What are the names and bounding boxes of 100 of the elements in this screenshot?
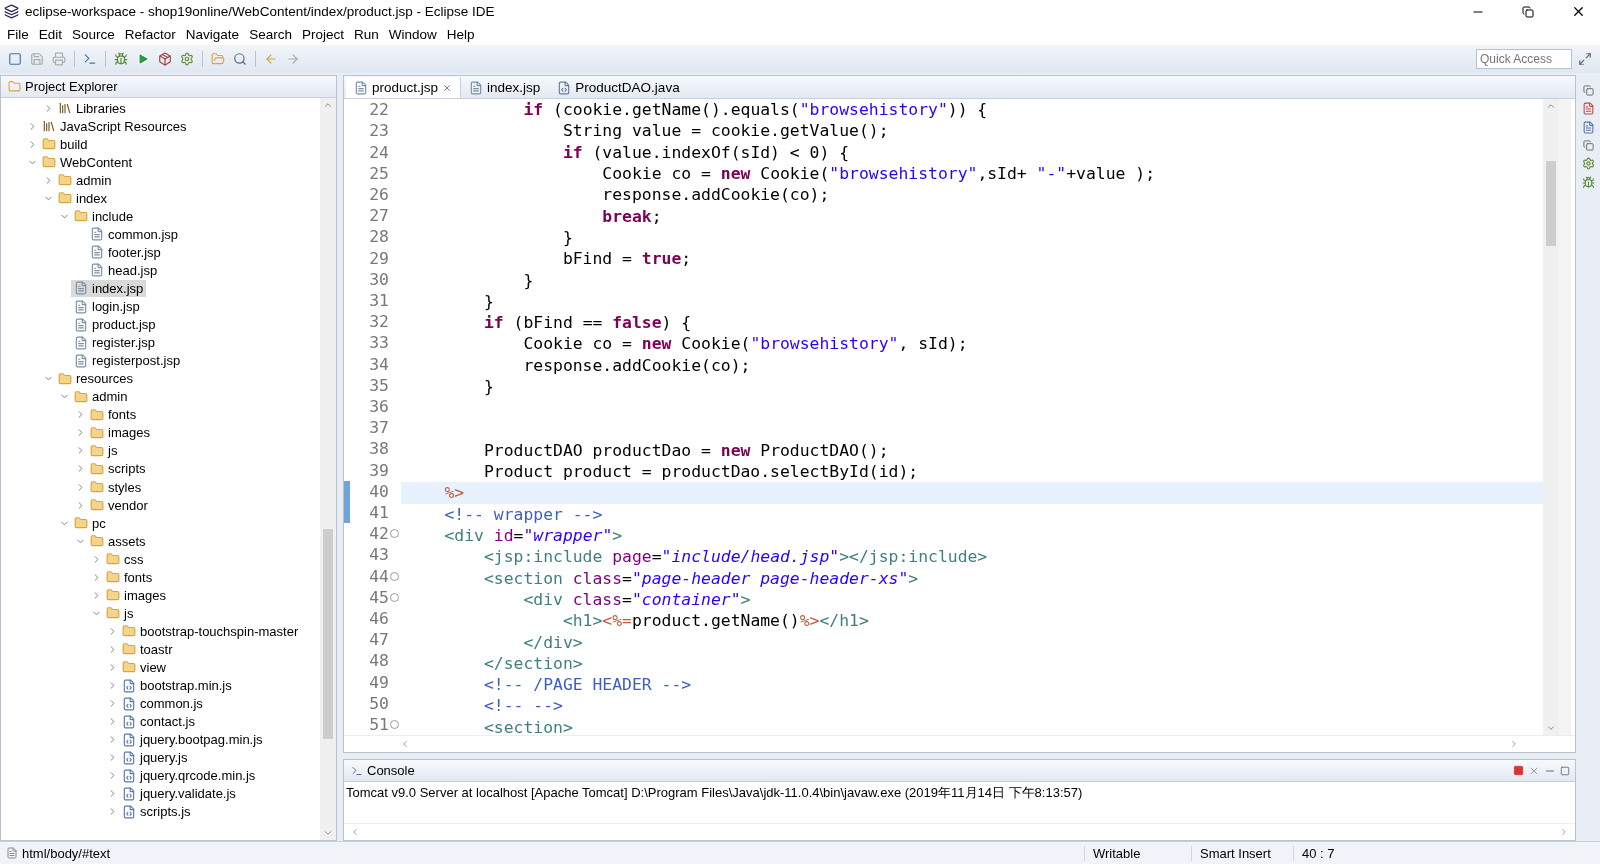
bug-icon[interactable]	[1581, 176, 1595, 189]
package-icon[interactable]	[156, 50, 174, 68]
tree-item[interactable]: fonts	[103, 568, 156, 586]
menu-item[interactable]: Window	[383, 24, 442, 44]
line-number: 50	[369, 693, 389, 713]
tree-item[interactable]: assets	[87, 532, 149, 550]
folder-icon	[106, 606, 120, 621]
tree-item[interactable]: jquery.qrcode.min.js	[119, 767, 259, 785]
file-icon[interactable]	[1581, 102, 1595, 115]
tree-item[interactable]: contact.js	[119, 713, 198, 731]
tree-item[interactable]: admin	[71, 388, 131, 406]
tree-item[interactable]: WebContent	[39, 153, 136, 171]
file-icon	[90, 263, 104, 278]
line-number: 35	[369, 375, 389, 395]
settings-icon[interactable]	[178, 50, 196, 68]
tree-item[interactable]: build	[39, 135, 91, 153]
line-number: 27	[369, 206, 389, 226]
folder-icon	[122, 642, 136, 657]
menu-item[interactable]: Project	[296, 24, 349, 44]
tree-item[interactable]: css	[103, 550, 147, 568]
folder-icon	[106, 552, 120, 567]
tree-item[interactable]: styles	[87, 478, 145, 496]
tree-item[interactable]: bootstrap-touchspin-master	[119, 622, 302, 640]
tree-item[interactable]: include	[71, 207, 137, 225]
scroll-down-icon[interactable]	[1546, 723, 1556, 733]
tree-item[interactable]: view	[119, 658, 169, 676]
tree-item[interactable]: login.jsp	[71, 298, 143, 316]
folder-icon	[58, 173, 72, 188]
scrollbar-thumb[interactable]	[1546, 161, 1556, 246]
file-icon	[90, 245, 104, 260]
scroll-left-icon[interactable]	[400, 739, 410, 749]
printer-icon[interactable]	[50, 50, 68, 68]
scrollbar[interactable]	[320, 98, 336, 840]
menu-item[interactable]: Search	[244, 24, 297, 44]
restore-icon[interactable]	[1522, 5, 1534, 18]
tree-item[interactable]: head.jsp	[87, 261, 161, 279]
scrollbar-thumb[interactable]	[323, 529, 333, 739]
code-line: <div id="wrapper">	[444, 526, 623, 546]
scroll-right-icon[interactable]	[1509, 739, 1519, 749]
tree-item[interactable]: fonts	[87, 406, 140, 424]
tree-item[interactable]: jquery.validate.js	[119, 785, 239, 803]
tree-item[interactable]: images	[87, 424, 153, 442]
search-icon[interactable]	[231, 50, 249, 68]
tree-item[interactable]: resources	[55, 370, 137, 388]
code-line: break;	[602, 206, 662, 226]
tree-item[interactable]: register.jsp	[71, 334, 158, 352]
maximize-icon[interactable]	[1560, 765, 1570, 776]
tree-item[interactable]: toastr	[119, 640, 176, 658]
tree-item[interactable]: scripts.js	[119, 803, 194, 821]
folder-icon	[90, 534, 104, 549]
menu-item[interactable]: Help	[441, 24, 480, 44]
editor-tab[interactable]: ProductDAO.java	[549, 77, 689, 98]
bug-icon[interactable]	[112, 50, 130, 68]
save-icon[interactable]	[28, 50, 46, 68]
quick-access-field[interactable]: Quick Access	[1476, 49, 1572, 69]
line-number: 49	[369, 672, 389, 692]
tree-item[interactable]: registerpost.jsp	[71, 352, 184, 370]
tree-item[interactable]: bootstrap.min.js	[119, 677, 235, 694]
menu-item[interactable]: Edit	[33, 24, 68, 44]
scroll-left-icon[interactable]	[350, 827, 360, 837]
scroll-up-icon[interactable]	[1546, 101, 1556, 111]
line-number: 22	[369, 100, 389, 120]
code-line: if (value.indexOf(sId) < 0) {	[562, 142, 850, 162]
tree-item[interactable]: images	[103, 586, 169, 604]
scrollbar[interactable]	[1543, 99, 1559, 735]
cursor-position: 40 : 7	[1293, 845, 1600, 861]
tree-item[interactable]: Libraries	[55, 99, 129, 117]
scroll-up-icon[interactable]	[323, 100, 333, 110]
tree-item[interactable]: index.jsp	[71, 280, 147, 297]
tree-item[interactable]: product.jsp	[71, 316, 159, 334]
menu-item[interactable]: Navigate	[180, 24, 245, 44]
tree-item[interactable]: jquery.bootpag.min.js	[119, 731, 266, 749]
tree-item[interactable]: pc	[71, 514, 109, 532]
new-icon[interactable]	[6, 50, 24, 68]
console-tab[interactable]: Console	[349, 760, 417, 781]
scroll-right-icon[interactable]	[1559, 827, 1569, 837]
menu-item[interactable]: Run	[348, 24, 384, 44]
menu-item[interactable]: Source	[67, 24, 120, 44]
tree-item[interactable]: vendor	[87, 496, 151, 514]
tree-item[interactable]: footer.jsp	[87, 243, 164, 261]
tree-item[interactable]: admin	[55, 171, 115, 189]
tree-item[interactable]: js	[87, 442, 121, 460]
tree-item[interactable]: common.js	[119, 695, 206, 713]
code-line: String value = cookie.getValue();	[562, 121, 889, 141]
gear-icon[interactable]	[1581, 157, 1595, 170]
tree-item[interactable]: js	[103, 604, 137, 622]
line-number: 43	[369, 545, 389, 565]
tree-item[interactable]: jquery.js	[119, 749, 191, 767]
tree-item[interactable]: JavaScript Resources	[39, 117, 190, 135]
tree-item[interactable]: common.jsp	[87, 225, 182, 243]
tree-item[interactable]: scripts	[87, 460, 149, 478]
editor-tab[interactable]: product.jsp	[346, 77, 462, 98]
tree-item[interactable]: index	[55, 189, 111, 207]
file-icon[interactable]	[1581, 121, 1595, 134]
menu-item[interactable]: File	[2, 24, 34, 44]
script-file-icon	[122, 732, 136, 747]
scroll-down-icon[interactable]	[323, 828, 333, 838]
editor-tab[interactable]: index.jsp	[461, 77, 550, 98]
stop-icon[interactable]	[1513, 765, 1524, 776]
menu-item[interactable]: Refactor	[119, 24, 181, 44]
